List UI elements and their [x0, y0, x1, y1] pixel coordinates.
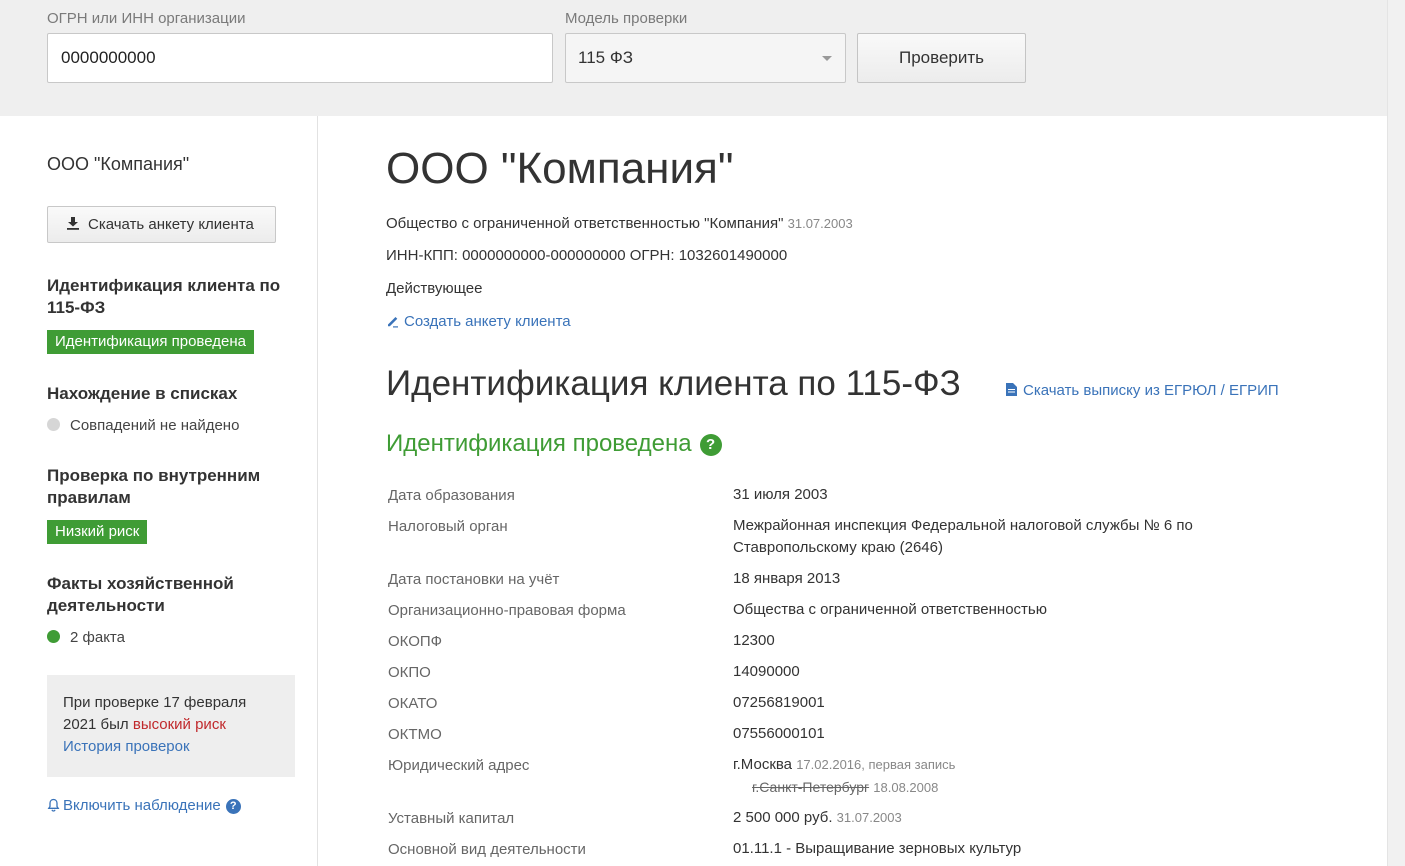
extract-link[interactable]: Скачать выписку из ЕГРЮЛ / ЕГРИП: [1023, 382, 1279, 399]
check-button[interactable]: Проверить: [857, 33, 1026, 83]
detail-value: 18 января 2013: [733, 570, 841, 587]
identification-status: Идентификация проведена?: [386, 430, 722, 458]
watch-link[interactable]: Включить наблюдение: [63, 797, 221, 814]
chevron-down-icon: [822, 56, 832, 61]
requisites: ИНН-КПП: 0000000000-000000000 ОГРН: 1032…: [386, 247, 788, 264]
watch-row: Включить наблюдение?: [47, 797, 241, 814]
detail-label: ОКОПФ: [388, 633, 443, 650]
detail-label: ОКТМО: [388, 726, 442, 743]
detail-value: 12300: [733, 632, 775, 649]
detail-label: Налоговый орган: [388, 518, 508, 535]
lists-status-text: Совпадений не найдено: [70, 417, 240, 434]
bell-icon: [47, 798, 60, 812]
address-history: г.Санкт-Петербург 18.08.2008: [752, 776, 1152, 799]
lists-heading: Нахождение в списках: [47, 384, 238, 403]
rules-heading: Проверка по внутренним правилам: [47, 466, 261, 507]
address-current: г.Москва: [733, 756, 793, 773]
full-name-date: 31.07.2003: [787, 216, 853, 231]
scrollbar[interactable]: [1387, 0, 1405, 866]
status-dot-icon: [47, 418, 60, 431]
extract-row: Скачать выписку из ЕГРЮЛ / ЕГРИП: [1006, 382, 1279, 399]
model-select-value: 115 ФЗ: [578, 48, 634, 67]
facts-status-text: 2 факта: [70, 629, 125, 646]
model-field-label: Модель проверки: [565, 10, 688, 27]
section-title: Идентификация клиента по 115-ФЗ: [386, 364, 961, 403]
address-old: г.Санкт-Петербург: [752, 779, 870, 795]
facts-status[interactable]: 2 факта: [47, 629, 125, 646]
download-form-button[interactable]: Скачать анкету клиента: [47, 206, 276, 243]
detail-label: Дата образования: [388, 487, 515, 504]
model-select[interactable]: 115 ФЗ: [565, 33, 846, 83]
detail-label: ОКПО: [388, 664, 431, 681]
download-icon: [67, 217, 79, 230]
sidebar-company-name: ООО "Компания": [47, 154, 190, 174]
lists-status: Совпадений не найдено: [47, 417, 239, 434]
detail-value: Межрайонная инспекция Федеральной налого…: [733, 517, 1193, 556]
help-icon[interactable]: ?: [225, 799, 241, 814]
detail-label: Дата постановки на учёт: [388, 571, 560, 588]
pencil-icon: [388, 317, 398, 328]
risk-badge: Низкий риск: [47, 520, 148, 544]
identification-heading: Идентификация клиента по 115-ФЗ: [47, 276, 281, 317]
history-risk: высокий риск: [132, 716, 226, 733]
detail-label: Юридический адрес: [388, 757, 530, 774]
company-status: Действующее: [386, 280, 483, 297]
page-title: ООО "Компания": [386, 144, 734, 193]
detail-value: Общества с ограниченной ответственностью: [733, 601, 1047, 618]
status-dot-icon: [47, 630, 60, 643]
inn-input[interactable]: [47, 33, 553, 83]
detail-label: Организационно-правовая форма: [388, 602, 626, 619]
identification-badge: Идентификация проведена: [47, 330, 254, 354]
download-form-label: Скачать анкету клиента: [88, 216, 254, 233]
detail-label: Основной вид деятельности: [388, 841, 586, 858]
detail-label: Уставный капитал: [388, 810, 515, 827]
create-form-row: Создать анкету клиента: [386, 313, 571, 330]
detail-value: 07256819001: [733, 694, 825, 711]
address-value: г.Москва 17.02.2016, первая запись: [733, 754, 1253, 776]
create-form-link[interactable]: Создать анкету клиента: [404, 313, 571, 330]
facts-heading: Факты хозяйственной деятельности: [47, 574, 234, 615]
capital-date: 31.07.2003: [836, 810, 902, 825]
capital-value: 2 500 000 руб. 31.07.2003: [733, 807, 1253, 829]
inn-field-label: ОГРН или ИНН организации: [47, 10, 246, 27]
company-full-name: Общество с ограниченной ответственностью…: [386, 215, 853, 232]
identification-status-text: Идентификация проведена: [386, 430, 692, 457]
history-link[interactable]: История проверок: [63, 738, 190, 755]
address-current-note: 17.02.2016, первая запись: [796, 757, 956, 772]
capital-amount: 2 500 000 руб.: [733, 809, 833, 826]
detail-value: 07556000101: [733, 725, 825, 742]
help-icon[interactable]: ?: [699, 434, 722, 456]
history-box: При проверке 17 февраля 2021 был высокий…: [47, 675, 295, 777]
detail-value: 14090000: [733, 663, 800, 680]
full-name-text: Общество с ограниченной ответственностью…: [386, 215, 784, 232]
detail-value: 01.11.1 - Выращивание зерновых культур: [733, 840, 1022, 857]
document-icon: [1006, 383, 1017, 396]
detail-label: ОКАТО: [388, 695, 438, 712]
address-old-date: 18.08.2008: [873, 780, 939, 795]
detail-value: 31 июля 2003: [733, 486, 828, 503]
